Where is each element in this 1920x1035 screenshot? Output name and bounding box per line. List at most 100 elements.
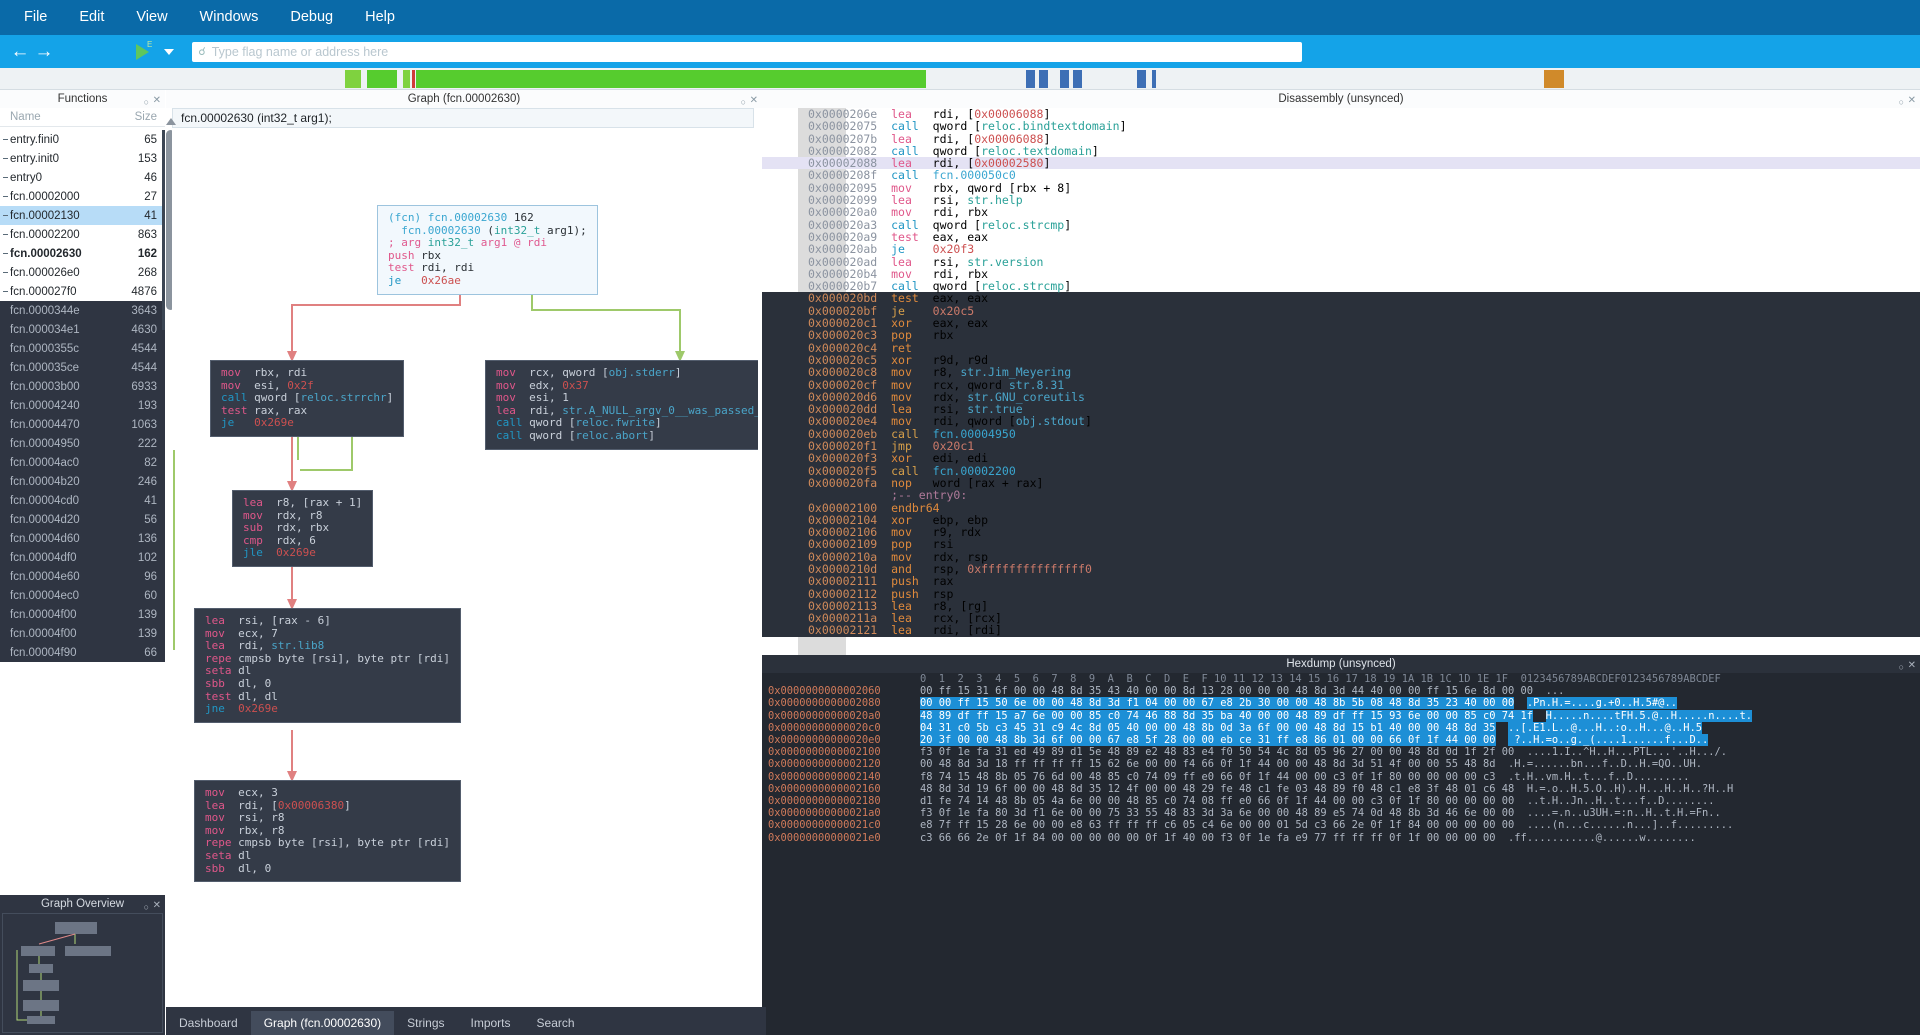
hexdump-row[interactable]: 0x00000000000020e020 3f 00 00 48 8b 3d 6…: [762, 734, 1920, 746]
hexdump-row[interactable]: 0x000000000000206000 ff 15 31 6f 00 00 4…: [762, 685, 1920, 697]
graph-node[interactable]: mov rbx, rdimov esi, 0x2fcall qword [rel…: [210, 360, 404, 437]
function-row[interactable]: fcn.00004b20246: [0, 472, 165, 491]
menu-item-debug[interactable]: Debug: [274, 0, 349, 35]
function-row[interactable]: fcn.00004950222: [0, 434, 165, 453]
search-icon: ☌: [198, 45, 205, 58]
tab-dashboard[interactable]: Dashboard: [166, 1011, 251, 1035]
close-icon[interactable]: ✕: [153, 92, 161, 110]
function-row[interactable]: fcn.00002200863: [0, 225, 165, 244]
function-row[interactable]: fcn.00004f9066: [0, 643, 165, 662]
function-row[interactable]: fcn.00004e6096: [0, 567, 165, 586]
function-row[interactable]: fcn.000027f04876: [0, 282, 165, 301]
graph-node-line: mov rcx, qword [obj.stderr]: [496, 367, 758, 380]
hexdump-bytes: 48 8d 3d 19 6f 00 00 48 8d 35 12 4f 00 0…: [920, 783, 1514, 795]
hexdump-row[interactable]: 0x000000000000212000 48 8d 3d 18 ff ff f…: [762, 758, 1920, 770]
tab-graph-fcn-00002630[interactable]: Graph (fcn.00002630): [251, 1011, 394, 1035]
hexdump-offset: 0x0000000000002140: [768, 771, 920, 783]
graph-node[interactable]: lea r8, [rax + 1]mov rdx, r8sub rdx, rbx…: [232, 490, 373, 567]
menu-item-help[interactable]: Help: [349, 0, 411, 35]
function-row[interactable]: entry046: [0, 168, 165, 187]
menu-item-edit[interactable]: Edit: [63, 0, 120, 35]
graph-canvas[interactable]: (fcn) fcn.00002630 162 fcn.00002630 (int…: [172, 130, 758, 1005]
graph-overview-canvas[interactable]: [2, 913, 163, 1033]
function-row[interactable]: fcn.00004df0102: [0, 548, 165, 567]
dock-icon[interactable]: ○: [741, 93, 746, 111]
tree-branch-icon: [3, 291, 8, 292]
dock-icon[interactable]: ○: [144, 93, 149, 111]
disassembly-line[interactable]: 0x000020c3 pop rbx: [762, 329, 1920, 341]
function-row[interactable]: fcn.00003b006933: [0, 377, 165, 396]
close-icon[interactable]: ✕: [750, 92, 758, 110]
hexdump-row[interactable]: 0x00000000000021c0e8 7f ff 15 28 6e 00 0…: [762, 819, 1920, 831]
function-row[interactable]: fcn.0000344e3643: [0, 301, 165, 320]
hexdump-offset: 0x00000000000020c0: [768, 722, 920, 734]
hexdump-ascii: ....=.n..u3UH.=:n..H..t.H.=Fn..: [1527, 807, 1721, 819]
function-row[interactable]: fcn.00002630162: [0, 244, 165, 263]
tab-strings[interactable]: Strings: [394, 1011, 457, 1035]
function-row[interactable]: fcn.0000200027: [0, 187, 165, 206]
function-row[interactable]: fcn.000044701063: [0, 415, 165, 434]
arrow-left-icon[interactable]: ←: [8, 42, 32, 61]
function-row[interactable]: entry.init0153: [0, 149, 165, 168]
graph-node[interactable]: lea rsi, [rax - 6]mov ecx, 7lea rdi, str…: [194, 608, 461, 723]
hexdump-ascii: .H.=......bn...f..D..H.=QO..UH.: [1508, 758, 1702, 770]
function-name: fcn.00004f00: [10, 628, 115, 640]
function-row[interactable]: fcn.00004f00139: [0, 624, 165, 643]
graph-panel-title: Graph (fcn.00002630) ○ ✕: [166, 90, 762, 108]
disassembly-line[interactable]: 0x00002121 lea rdi, [rdi]: [762, 624, 1920, 636]
function-row[interactable]: fcn.000026e0268: [0, 263, 165, 282]
tab-search[interactable]: Search: [524, 1011, 588, 1035]
function-row[interactable]: fcn.00004cd041: [0, 491, 165, 510]
hexdump-row[interactable]: 0x000000000000208000 00 ff 15 50 6e 00 0…: [762, 697, 1920, 709]
menu-item-windows[interactable]: Windows: [184, 0, 275, 35]
function-row[interactable]: fcn.00004ec060: [0, 586, 165, 605]
function-size: 139: [115, 628, 157, 640]
chevron-down-icon[interactable]: [164, 49, 174, 55]
arrow-right-icon[interactable]: →: [32, 42, 56, 61]
hexdump-content[interactable]: 0 1 2 3 4 5 6 7 8 9 A B C D E F 10 11 12…: [762, 673, 1920, 1035]
hexdump-ascii: H.=.o..H.5.O..H)..H...H..H..?H..H: [1527, 783, 1733, 795]
function-row[interactable]: fcn.00004d2056: [0, 510, 165, 529]
function-row[interactable]: fcn.0000213041: [0, 206, 165, 225]
graph-node-line: je 0x269e: [221, 417, 393, 430]
menu-item-view[interactable]: View: [120, 0, 183, 35]
function-size: 102: [115, 552, 157, 564]
function-row[interactable]: fcn.00004d60136: [0, 529, 165, 548]
graph-node[interactable]: mov rcx, qword [obj.stderr]mov edx, 0x37…: [485, 360, 758, 450]
omnibar[interactable]: ☌ Type flag name or address here: [192, 42, 1302, 62]
column-header-size[interactable]: Size: [117, 111, 157, 123]
function-row[interactable]: fcn.00004ac082: [0, 453, 165, 472]
hexdump-offset: 0x00000000000020e0: [768, 734, 920, 746]
functions-scrollbar[interactable]: [162, 130, 165, 330]
function-size: 4630: [115, 324, 157, 336]
hexdump-row[interactable]: 0x0000000000002140f8 74 15 48 8b 05 76 6…: [762, 771, 1920, 783]
hexdump-row[interactable]: 0x00000000000020c004 31 c0 5b c3 45 31 c…: [762, 722, 1920, 734]
hexdump-row[interactable]: 0x00000000000021a0f3 0f 1e fa 80 3d f1 6…: [762, 807, 1920, 819]
function-row[interactable]: entry.fini065: [0, 130, 165, 149]
disassembly-lines[interactable]: 0x0000206e lea rdi, [0x00006088]0x000020…: [762, 108, 1920, 637]
hexdump-row[interactable]: 0x0000000000002100f3 0f 1e fa 31 ed 49 8…: [762, 746, 1920, 758]
overview-segment: [1152, 70, 1156, 88]
hexdump-row[interactable]: 0x0000000000002180d1 fe 74 14 48 8b 05 4…: [762, 795, 1920, 807]
hexdump-row[interactable]: 0x00000000000021e0c3 66 66 2e 0f 1f 84 0…: [762, 832, 1920, 844]
function-row[interactable]: fcn.00004240193: [0, 396, 165, 415]
function-row[interactable]: fcn.000035ce4544: [0, 358, 165, 377]
functions-list[interactable]: entry.fini065entry.init0153entry046fcn.0…: [0, 130, 165, 700]
hexdump-row[interactable]: 0x00000000000020a048 89 df ff 15 a7 6e 0…: [762, 710, 1920, 722]
hexdump-col-header: 0 1 2 3 4 5 6 7 8 9 A B C D E F 10 11 12…: [920, 673, 1508, 685]
function-row[interactable]: fcn.00004f00139: [0, 605, 165, 624]
function-row[interactable]: fcn.000034e14630: [0, 320, 165, 339]
graph-node[interactable]: mov ecx, 3lea rdi, [0x00006380]mov rsi, …: [194, 780, 461, 882]
run-button[interactable]: E: [136, 44, 174, 60]
scroll-up-icon[interactable]: [166, 118, 176, 125]
binary-overview-strip[interactable]: [0, 68, 1920, 90]
tab-imports[interactable]: Imports: [458, 1011, 524, 1035]
graph-node[interactable]: (fcn) fcn.00002630 162 fcn.00002630 (int…: [377, 205, 598, 295]
column-header-name[interactable]: Name: [10, 111, 117, 123]
menu-item-file[interactable]: File: [8, 0, 63, 35]
function-row[interactable]: fcn.0000355c4544: [0, 339, 165, 358]
disassembly-canvas[interactable]: 0x0000206e lea rdi, [0x00006088]0x000020…: [762, 108, 1920, 655]
hexdump-row[interactable]: 0x000000000000216048 8d 3d 19 6f 00 00 4…: [762, 783, 1920, 795]
graph-overview-title: Graph Overview ○ ✕: [0, 895, 165, 913]
function-name: fcn.00002000: [10, 191, 115, 203]
